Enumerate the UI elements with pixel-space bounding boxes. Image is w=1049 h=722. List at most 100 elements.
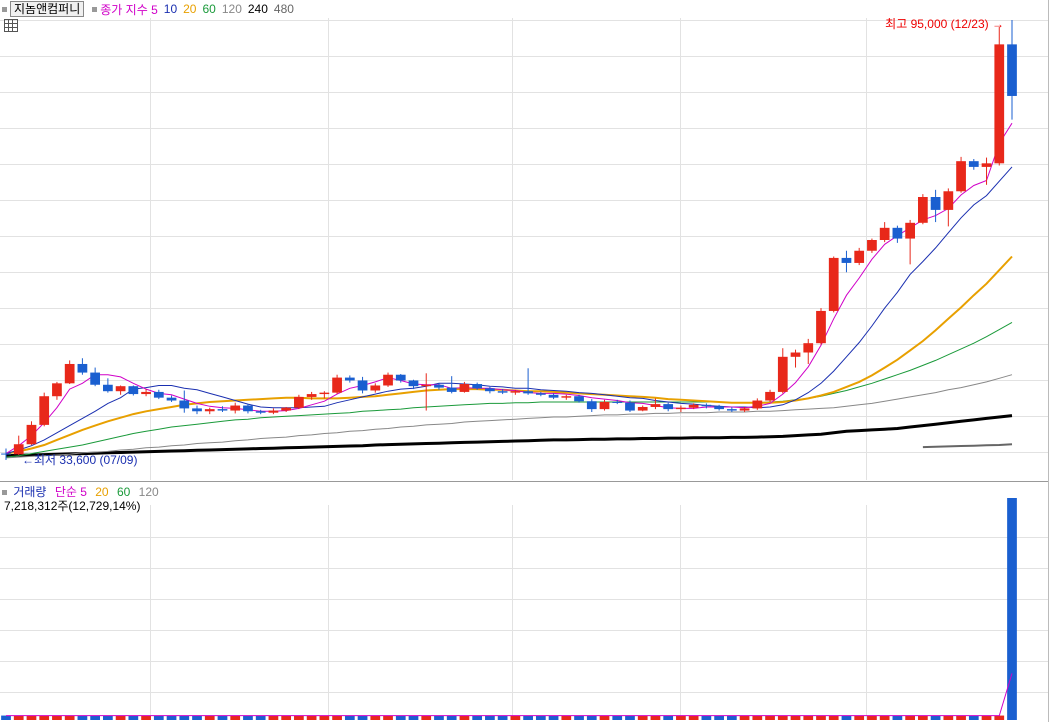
candle-body (714, 406, 724, 410)
candle-body (854, 250, 865, 263)
candle-body (52, 383, 62, 397)
candle-body (370, 385, 381, 391)
ma240-line (5, 414, 1013, 458)
candle-body (548, 394, 559, 398)
ma10-label[interactable]: 10 (164, 2, 177, 16)
volume-bar (841, 715, 852, 720)
volume-bar (586, 715, 597, 720)
high-price-text: 최고 95,000 (12/23) (885, 17, 989, 31)
candle-body (103, 384, 113, 392)
candle-body (26, 424, 37, 445)
volume-bar (344, 715, 355, 720)
volume-bar (854, 715, 865, 720)
candle-body (968, 161, 979, 167)
volume-bar (128, 715, 139, 720)
candle-body (523, 391, 533, 394)
volume-bar (446, 715, 457, 720)
volume-bar (166, 715, 177, 720)
left-arrow-icon: ← (22, 453, 34, 467)
candle-body (981, 163, 992, 167)
candle-body (777, 356, 788, 392)
volume-bar (828, 715, 839, 720)
ma20-line (5, 255, 1013, 455)
candle-body (383, 374, 393, 386)
ma480-label[interactable]: 480 (274, 2, 294, 16)
volume-bar (574, 715, 584, 720)
volume-bar (64, 715, 75, 720)
volume-bar (243, 715, 253, 720)
candle-body (943, 191, 954, 210)
candle-body (434, 384, 444, 388)
candle-body (459, 384, 470, 392)
candle-body (281, 407, 292, 411)
candle-body (408, 380, 419, 387)
volume-bar (306, 715, 317, 720)
candle-body (510, 391, 521, 393)
volume-bar (510, 715, 521, 720)
candle-body (574, 396, 584, 402)
candle-body (828, 257, 839, 311)
volume-bar (599, 715, 610, 720)
stock-chart (0, 0, 1049, 722)
candle-body (166, 397, 177, 401)
volume-bar (332, 715, 342, 720)
candle-body (765, 391, 775, 401)
volume-bar (765, 715, 775, 720)
ma60-label[interactable]: 60 (202, 2, 215, 16)
volume-ma120-label[interactable]: 120 (139, 485, 159, 499)
candle-body (701, 404, 712, 407)
volume-bar (497, 715, 508, 720)
volume-bar (153, 715, 164, 720)
candle-body (930, 197, 941, 210)
high-price-label: 최고 95,000 (12/23) → (885, 15, 1004, 32)
candle-body (294, 396, 304, 408)
candle-body (255, 411, 266, 413)
volume-bar (688, 715, 699, 720)
volume-bar (39, 715, 50, 720)
candle-body (803, 343, 814, 353)
candle-body (1, 453, 11, 455)
volume-bar (726, 715, 737, 720)
candle-body (561, 396, 572, 398)
candle-body (816, 310, 826, 344)
volume-bar (204, 715, 215, 720)
candle-body (319, 392, 330, 395)
ma20-label[interactable]: 20 (183, 2, 196, 16)
volume-bar (13, 715, 24, 720)
volume-bar (357, 715, 368, 720)
volume-bar (1, 715, 11, 720)
volume-bar (790, 715, 801, 720)
candle-body (994, 44, 1005, 164)
ma10-line (5, 166, 1013, 455)
volume-bar (459, 715, 470, 720)
candle-body (217, 409, 228, 411)
candle-body (917, 197, 928, 223)
candle-body (612, 401, 623, 403)
volume-bar (179, 715, 190, 720)
candle-body (586, 401, 597, 410)
volume-bar (141, 715, 151, 720)
volume-bar (395, 715, 406, 720)
volume-bar (943, 715, 954, 720)
ma120-label[interactable]: 120 (222, 2, 242, 16)
ma480-line (922, 443, 1013, 449)
grid-icon[interactable] (4, 19, 18, 32)
candle-body (115, 386, 126, 392)
candle-body (599, 401, 610, 410)
volume-bar (217, 715, 228, 720)
volume-bar (816, 715, 826, 720)
candle-body (179, 400, 190, 409)
volume-bar (956, 715, 966, 720)
ma5-label[interactable]: 종가 지수 5 (100, 1, 158, 18)
volume-bar (701, 715, 712, 720)
stock-name-button[interactable]: 지놈앤컴퍼니 (10, 1, 85, 17)
candle-body (77, 363, 88, 373)
right-arrow-icon: → (992, 17, 1004, 31)
volume-bar (434, 715, 444, 720)
volume-bar (752, 715, 763, 720)
ma240-label[interactable]: 240 (248, 2, 268, 16)
candle-body (752, 400, 763, 409)
volume-bar (421, 715, 432, 720)
volume-bar (981, 715, 992, 720)
candle-body (676, 407, 686, 410)
